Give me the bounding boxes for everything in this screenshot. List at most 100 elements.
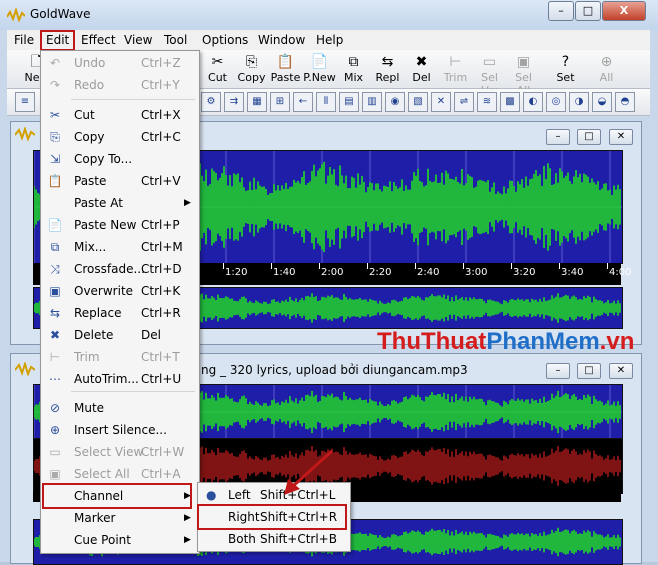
submenu-arrow-icon: ▶ bbox=[184, 535, 191, 545]
effect-tool-icon[interactable]: ◎ bbox=[546, 92, 566, 112]
watermark-part1: ThuThuat bbox=[377, 328, 487, 355]
menu-help[interactable]: Help bbox=[312, 32, 347, 49]
doc1-minimize-button[interactable]: – bbox=[546, 129, 570, 145]
menu-item-shortcut: Ctrl+A bbox=[141, 467, 181, 481]
menu-file[interactable]: File bbox=[10, 32, 38, 49]
ruler-tick-label: 2:20 bbox=[369, 267, 392, 278]
effect-tool-icon[interactable]: ✕ bbox=[431, 92, 451, 112]
effect-tool-icon[interactable]: ≡ bbox=[15, 92, 35, 112]
toolbar-mix-button[interactable]: ⧉ Mix bbox=[337, 53, 370, 89]
edit-menu-item-replace[interactable]: ⇆ Replace Ctrl+R bbox=[41, 302, 199, 324]
menu-edit[interactable]: Edit bbox=[40, 30, 76, 51]
menu-item-shortcut: Ctrl+K bbox=[141, 284, 181, 298]
doc2-maximize-button[interactable]: □ bbox=[577, 363, 601, 379]
menu-separator bbox=[71, 99, 195, 100]
edit-menu-item-overwrite[interactable]: ▣ Overwrite Ctrl+K bbox=[41, 280, 199, 302]
close-button[interactable]: X bbox=[602, 1, 646, 21]
toolbar-del-button[interactable]: ✖ Del bbox=[405, 53, 438, 89]
doc1-close-button[interactable]: ✕ bbox=[609, 129, 633, 145]
edit-menu-item-copy[interactable]: ⎘ Copy Ctrl+C bbox=[41, 126, 199, 148]
doc2-minimize-button[interactable]: – bbox=[546, 363, 570, 379]
menu-item-label: Overwrite bbox=[74, 284, 134, 298]
edit-menu-item-select-all[interactable]: ▣ Select All Ctrl+A bbox=[41, 463, 199, 485]
edit-menu-item-autotrim[interactable]: ⋯ AutoTrim... Ctrl+U bbox=[41, 368, 199, 390]
title-bar: GoldWave – □ X bbox=[0, 0, 658, 30]
edit-menu-item-marker[interactable]: Marker ▶ bbox=[41, 507, 199, 529]
toolbar-p-new-button[interactable]: 📄 P.New bbox=[303, 53, 336, 89]
toolbar-copy-button[interactable]: ⎘ Copy bbox=[235, 53, 268, 89]
effect-tool-icon[interactable]: ▥ bbox=[362, 92, 382, 112]
toolbar-repl-button[interactable]: ⇆ Repl bbox=[371, 53, 404, 89]
effect-tool-icon[interactable]: ◐ bbox=[523, 92, 543, 112]
replace-icon: ⇆ bbox=[49, 306, 61, 320]
menu-item-shortcut: Ctrl+Z bbox=[141, 56, 181, 70]
edit-menu-item-cut[interactable]: ✂ Cut Ctrl+X bbox=[41, 104, 199, 126]
toolbar-button-label: Mix bbox=[343, 71, 364, 84]
edit-menu-item-mute[interactable]: ⊘ Mute bbox=[41, 397, 199, 419]
effect-tool-icon[interactable]: ▤ bbox=[339, 92, 359, 112]
crossfade-icon: ⤨ bbox=[50, 262, 60, 276]
toolbar-button-label: P.New bbox=[303, 71, 336, 84]
edit-menu-item-copy-to[interactable]: ⇲ Copy To... bbox=[41, 148, 199, 170]
menu-view[interactable]: View bbox=[120, 32, 156, 49]
edit-menu-item-select-view[interactable]: ▭ Select View Ctrl+W bbox=[41, 441, 199, 463]
effect-tool-icon[interactable]: ⊞ bbox=[270, 92, 290, 112]
minimize-button[interactable]: – bbox=[548, 1, 574, 21]
effect-tool-icon[interactable]: ◑ bbox=[569, 92, 589, 112]
toolbar-paste-button[interactable]: 📋 Paste bbox=[269, 53, 302, 89]
menu-item-shortcut: Ctrl+D bbox=[141, 262, 182, 276]
menu-item-label: Replace bbox=[74, 306, 122, 320]
edit-menu-item-paste[interactable]: 📋 Paste Ctrl+V bbox=[41, 170, 199, 192]
effect-tool-icon[interactable]: ▦ bbox=[247, 92, 267, 112]
menu-tool[interactable]: Tool bbox=[160, 32, 191, 49]
edit-menu-item-cue-point[interactable]: Cue Point ▶ bbox=[41, 529, 199, 551]
channel-submenu-item-both[interactable]: Both Shift+Ctrl+B bbox=[198, 528, 350, 550]
effect-tool-icon[interactable]: ≋ bbox=[477, 92, 497, 112]
effect-tool-icon[interactable]: ▧ bbox=[408, 92, 428, 112]
menu-item-shortcut: Ctrl+W bbox=[141, 445, 185, 459]
submenu-item-label: Left bbox=[228, 488, 251, 502]
scissors-icon: ✂ bbox=[49, 108, 61, 122]
effect-tool-icon[interactable]: ◓ bbox=[615, 92, 635, 112]
undo-icon: ↶ bbox=[49, 56, 61, 70]
toolbar-sel-all-button[interactable]: ▣Sel All bbox=[507, 53, 540, 97]
effect-tool-icon[interactable]: ⫴ bbox=[316, 92, 336, 112]
effect-tool-icon[interactable]: ◉ bbox=[385, 92, 405, 112]
effect-tool-icon[interactable]: ▩ bbox=[500, 92, 520, 112]
toolbar-trim-button[interactable]: ⊢ Trim bbox=[439, 53, 472, 89]
edit-menu-dropdown: ↶ Undo Ctrl+Z ↷ Redo Ctrl+Y ✂ Cut Ctrl+X ⎘ Copy Ctr… bbox=[40, 50, 200, 554]
menu-options[interactable]: Options bbox=[198, 32, 252, 49]
menu-item-label: Marker bbox=[74, 511, 116, 525]
edit-menu-item-trim[interactable]: ⊢ Trim Ctrl+T bbox=[41, 346, 199, 368]
doc2-close-button[interactable]: ✕ bbox=[609, 363, 633, 379]
edit-menu-item-insert-silence[interactable]: ⊕ Insert Silence... bbox=[41, 419, 199, 441]
edit-menu-item-undo[interactable]: ↶ Undo Ctrl+Z bbox=[41, 52, 199, 74]
toolbar-set-button[interactable]: ? Set bbox=[549, 53, 582, 89]
edit-menu-item-crossfade[interactable]: ⤨ Crossfade... Ctrl+D bbox=[41, 258, 199, 280]
copy-icon: ⎘ bbox=[50, 130, 60, 144]
edit-menu-item-redo[interactable]: ↷ Redo Ctrl+Y bbox=[41, 74, 199, 96]
watermark-part2: PhanMem bbox=[486, 328, 600, 355]
effect-tool-icon[interactable]: ◒ bbox=[592, 92, 612, 112]
menu-window[interactable]: Window bbox=[254, 32, 309, 49]
maximize-button[interactable]: □ bbox=[575, 1, 601, 21]
effect-tool-icon[interactable]: ⇉ bbox=[224, 92, 244, 112]
effect-tool-icon[interactable]: ⚙ bbox=[201, 92, 221, 112]
edit-menu-item-delete[interactable]: ✖ Delete Del bbox=[41, 324, 199, 346]
paste-icon: 📋 bbox=[47, 174, 63, 188]
toolbar-sel-vw-button[interactable]: ▭Sel Vw bbox=[473, 53, 506, 97]
edit-menu-item-mix[interactable]: ⧉ Mix... Ctrl+M bbox=[41, 236, 199, 258]
overwrite-icon: ▣ bbox=[49, 284, 61, 298]
menu-effect[interactable]: Effect bbox=[77, 32, 120, 49]
doc1-maximize-button[interactable]: □ bbox=[577, 129, 601, 145]
edit-menu-item-paste-at[interactable]: Paste At ▶ bbox=[41, 192, 199, 214]
effect-tool-icon[interactable]: ← bbox=[293, 92, 313, 112]
delete-icon: ✖ bbox=[415, 54, 428, 70]
ruler-tick-label: 1:40 bbox=[273, 267, 296, 278]
toolbar-button-label: Paste bbox=[270, 71, 301, 84]
toolbar-cut-button[interactable]: ✂ Cut bbox=[201, 53, 234, 89]
effect-tool-icon[interactable]: ⇌ bbox=[454, 92, 474, 112]
set-icon: ? bbox=[561, 54, 570, 70]
toolbar-all-button[interactable]: ⊕ All bbox=[590, 53, 623, 89]
edit-menu-item-paste-new[interactable]: 📄 Paste New Ctrl+P bbox=[41, 214, 199, 236]
